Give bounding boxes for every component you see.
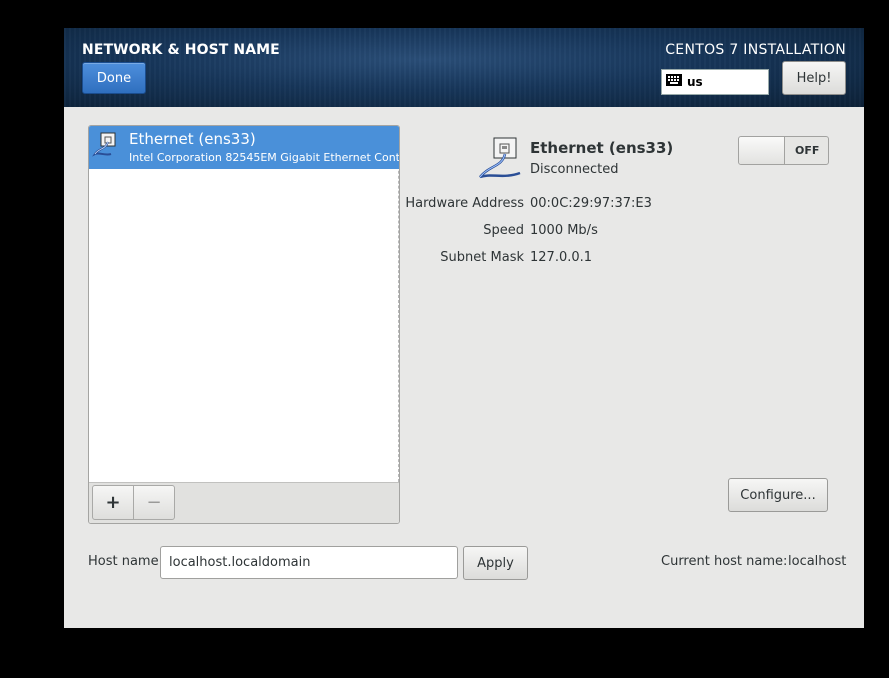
device-description: Intel Corporation 82545EM Gigabit Ethern… — [129, 151, 399, 164]
configure-button[interactable]: Configure... — [728, 478, 828, 512]
network-hostname-window: NETWORK & HOST NAME Done CENTOS 7 INSTAL… — [64, 28, 864, 628]
hardware-address-value: 00:0C:29:97:37:E3 — [530, 196, 652, 211]
ethernet-cable-icon — [91, 130, 123, 162]
hardware-address-label: Hardware Address — [405, 196, 524, 211]
add-device-button[interactable]: + — [92, 485, 134, 520]
device-list[interactable]: Ethernet (ens33) Intel Corporation 82545… — [89, 126, 399, 482]
subnet-mask-label: Subnet Mask — [440, 250, 524, 265]
apply-button[interactable]: Apply — [463, 546, 528, 580]
hostname-input[interactable] — [160, 546, 458, 579]
header-bar: NETWORK & HOST NAME Done CENTOS 7 INSTAL… — [64, 28, 864, 107]
subnet-mask-value: 127.0.0.1 — [530, 250, 593, 265]
toggle-knob[interactable] — [739, 137, 785, 164]
keyboard-icon — [666, 74, 682, 90]
remove-device-button[interactable]: − — [133, 485, 175, 520]
keyboard-layout-label: us — [687, 75, 703, 89]
device-name: Ethernet (ens33) — [129, 130, 256, 148]
ethernet-cable-icon — [474, 135, 526, 185]
current-hostname-value: localhost — [788, 554, 847, 569]
device-list-item[interactable]: Ethernet (ens33) Intel Corporation 82545… — [89, 126, 399, 169]
hostname-label: Host name: — [88, 554, 163, 569]
connection-toggle-switch[interactable]: OFF — [738, 136, 829, 165]
help-button[interactable]: Help! — [782, 61, 846, 95]
speed-value: 1000 Mb/s — [530, 223, 598, 238]
device-detail-name: Ethernet (ens33) — [530, 139, 674, 157]
page-title: NETWORK & HOST NAME — [82, 42, 280, 58]
keyboard-layout-indicator[interactable]: us — [661, 69, 769, 95]
speed-label: Speed — [483, 223, 524, 238]
done-button[interactable]: Done — [82, 62, 146, 94]
device-list-toolbar: + − — [89, 482, 399, 523]
current-hostname-label: Current host name: — [661, 554, 788, 569]
device-list-panel: Ethernet (ens33) Intel Corporation 82545… — [88, 125, 400, 524]
installation-title: CENTOS 7 INSTALLATION — [665, 42, 846, 58]
toggle-state-label: OFF — [795, 144, 820, 157]
device-status: Disconnected — [530, 162, 619, 177]
